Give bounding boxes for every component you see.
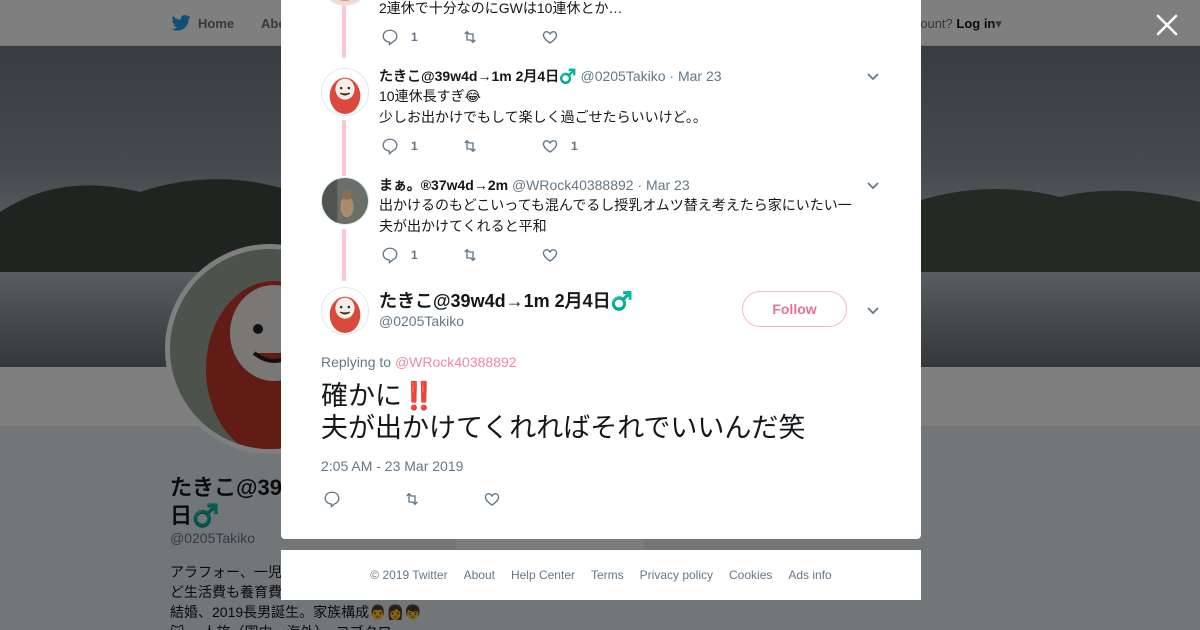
tweet-date[interactable]: · Mar 23: [669, 68, 721, 84]
reply-count: 1: [411, 248, 418, 262]
retweet-button[interactable]: [403, 490, 483, 508]
like-button[interactable]: [541, 246, 621, 264]
author-name[interactable]: たきこ@39w4d→1m 2月4日♂️: [379, 68, 577, 84]
footer-link-about[interactable]: About: [464, 568, 495, 582]
author-name[interactable]: まぁ。®37w4d→2m: [379, 177, 508, 193]
main-tweet-text-line: 確かに‼️: [321, 381, 436, 411]
follow-button[interactable]: Follow: [742, 291, 847, 327]
author-handle[interactable]: @0205Takiko: [580, 68, 665, 84]
avatar-illustration: [322, 69, 368, 115]
reply-button[interactable]: 1: [381, 246, 461, 264]
replying-to: Replying to @WRock40388892: [321, 354, 517, 370]
main-tweet-author-name[interactable]: たきこ@39w4d→1m 2月4日♂️: [379, 287, 633, 313]
retweet-icon: [464, 30, 476, 44]
tweet-text-line: 夫が出かけてくれると平和: [379, 217, 547, 234]
reply-icon: [382, 29, 398, 46]
like-button[interactable]: 1: [541, 137, 621, 155]
tweet-actions: 1: [381, 28, 621, 46]
heart-icon: [542, 140, 558, 153]
reply-count: 1: [411, 30, 418, 44]
heart-icon: [484, 493, 500, 506]
tweet-text: 2連休で十分なのにGWは10連休とか…: [379, 0, 869, 19]
chevron-down-icon: [867, 307, 879, 315]
tweet-header: たきこ@39w4d→1m 2月4日♂️ @0205Takiko · Mar 23: [379, 66, 722, 86]
footer-link-cookies[interactable]: Cookies: [729, 568, 772, 582]
chevron-down-icon: [867, 73, 879, 81]
tweet-avatar[interactable]: [321, 177, 369, 225]
like-count: 1: [571, 139, 578, 153]
tweet-header: まぁ。®37w4d→2m @WRock40388892 · Mar 23: [379, 175, 690, 195]
footer: © 2019 Twitter About Help Center Terms P…: [281, 550, 921, 600]
author-handle[interactable]: @WRock40388892: [512, 177, 634, 193]
avatar-illustration: [322, 0, 368, 5]
reply-count: 1: [411, 139, 418, 153]
retweet-icon: [464, 139, 476, 153]
replying-prefix: Replying to: [321, 354, 395, 370]
heart-icon: [542, 31, 558, 44]
close-icon: [1156, 14, 1178, 36]
tweet-text-line: 出かけるのもどこいっても混んでるし授乳オムツ替え考えたら家にいたい一: [379, 197, 852, 213]
main-tweet-text: 確かに‼️ 夫が出かけてくれればそれでいいんだ笑: [321, 380, 881, 444]
avatar-illustration: [322, 288, 368, 334]
avatar-photo: [322, 178, 368, 224]
reply-button[interactable]: 1: [381, 28, 461, 46]
main-tweet-menu-button[interactable]: [865, 302, 881, 318]
tweet-text-line: 2連休で十分なのにGWは10連休とか…: [379, 0, 623, 16]
replying-to-link[interactable]: @WRock40388892: [395, 354, 517, 370]
tweet-menu-button[interactable]: [865, 68, 881, 84]
retweet-icon: [464, 248, 476, 262]
tweet-actions: 1 1: [381, 137, 621, 155]
footer-copyright: © 2019 Twitter: [370, 568, 448, 582]
chevron-down-icon: [867, 182, 879, 190]
footer-link-privacy-policy[interactable]: Privacy policy: [640, 568, 713, 582]
tweet-actions: 1: [381, 246, 621, 264]
retweet-button[interactable]: [461, 137, 541, 155]
like-button[interactable]: [541, 28, 621, 46]
tweet-text-line: 10連休長すぎ😂: [379, 88, 481, 104]
reply-button[interactable]: 1: [381, 137, 461, 155]
like-button[interactable]: [483, 490, 563, 508]
thread-connector: [342, 0, 346, 58]
reply-icon: [324, 491, 340, 508]
footer-link-help-center[interactable]: Help Center: [511, 568, 575, 582]
main-tweet-text-line: 夫が出かけてくれればそれでいいんだ笑: [321, 413, 806, 443]
main-tweet-timestamp[interactable]: 2:05 AM - 23 Mar 2019: [321, 458, 463, 474]
tweet-text: 10連休長すぎ😂 少しお出かけでもして楽しく過ごせたらいいけど。。: [379, 86, 869, 127]
footer-link-ads-info[interactable]: Ads info: [788, 568, 831, 582]
thread-connector: [342, 120, 346, 176]
tweet-avatar[interactable]: [321, 0, 369, 6]
tweet-menu-button[interactable]: [865, 177, 881, 193]
retweet-button[interactable]: [461, 246, 541, 264]
main-tweet-actions: [323, 490, 563, 508]
tweet-date[interactable]: · Mar 23: [637, 177, 689, 193]
reply-icon: [382, 138, 398, 155]
reply-button[interactable]: [323, 490, 403, 508]
retweet-icon: [406, 492, 418, 506]
main-tweet-author-handle[interactable]: @0205Takiko: [379, 313, 464, 329]
tweet-permalink-modal: 2連休で十分なのにGWは10連休とか… 1 たきこ@39w4d→1m 2月4日♂…: [281, 0, 921, 539]
main-tweet-avatar[interactable]: [321, 287, 369, 335]
tweet-avatar[interactable]: [321, 68, 369, 116]
retweet-button[interactable]: [461, 28, 541, 46]
tweet-text: 出かけるのもどこいっても混んでるし授乳オムツ替え考えたら家にいたい一 夫が出かけ…: [379, 195, 869, 236]
close-button[interactable]: [1154, 12, 1180, 38]
tweet-text-line: 少しお出かけでもして楽しく過ごせたらいいけど。。: [379, 108, 707, 125]
thread-connector: [342, 229, 346, 281]
reply-icon: [382, 247, 398, 264]
footer-link-terms[interactable]: Terms: [591, 568, 624, 582]
heart-icon: [542, 249, 558, 262]
